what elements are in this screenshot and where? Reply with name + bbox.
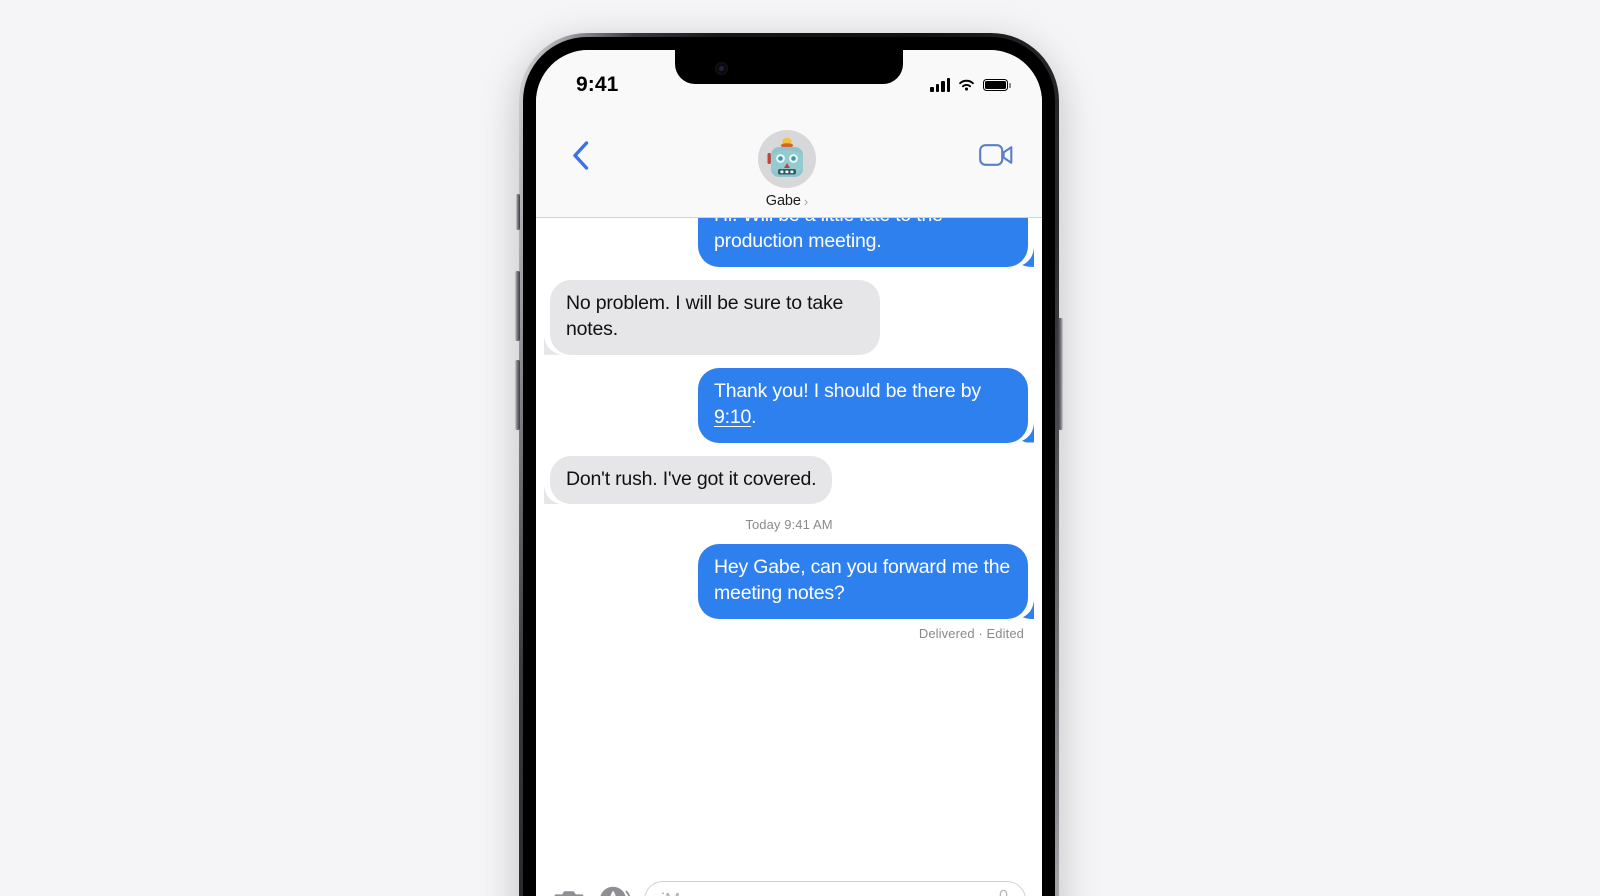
silent-switch[interactable] <box>516 194 520 230</box>
message-bubble-outgoing[interactable]: Hi. Will be a little late to the product… <box>698 218 1028 267</box>
status-bar-indicators <box>930 78 1011 92</box>
camera-icon <box>554 891 583 896</box>
front-camera-icon <box>715 62 728 75</box>
facetime-video-button[interactable] <box>972 133 1020 177</box>
message-text: Thank you! I should be there by <box>714 379 981 402</box>
device-screen: 9:41 Gabe › production meeting. No probl… <box>536 50 1042 896</box>
imessage-text-field[interactable]: iMessage <box>644 881 1026 896</box>
battery-icon <box>983 78 1011 92</box>
message-row: Hey Gabe, can you forward me the meeting… <box>550 544 1028 620</box>
volume-down-button[interactable] <box>515 360 520 430</box>
message-bubble-incoming[interactable]: No problem. I will be sure to take notes… <box>550 279 880 355</box>
message-bubble-outgoing[interactable]: Thank you! I should be there by 9:10. <box>698 367 1028 443</box>
conversation-timestamp: Today 9:41 AM <box>745 517 833 533</box>
message-row: Don't rush. I've got it covered. <box>550 455 1028 505</box>
imessage-apps-button[interactable] <box>598 884 631 896</box>
robot-memoji-icon <box>767 137 803 177</box>
delivery-receipt: Delivered · Edited <box>918 626 1024 642</box>
imessage-placeholder: iMessage <box>661 889 995 896</box>
contact-name: Gabe <box>765 193 801 209</box>
display-notch <box>675 50 903 84</box>
message-bubble-outgoing[interactable]: Hey Gabe, can you forward me the meeting… <box>698 544 1028 620</box>
robot-memoji-avatar <box>758 130 816 188</box>
volume-up-button[interactable] <box>515 271 520 341</box>
message-input-bar: iMessage <box>536 872 1042 896</box>
screenshot-canvas: 9:41 Gabe › production meeting. No probl… <box>0 0 1600 896</box>
time-link[interactable]: 9:10 <box>714 406 751 428</box>
cellular-signal-icon <box>930 78 950 92</box>
message-list[interactable]: Hi. Will be a little late to the product… <box>536 218 1042 872</box>
message-row: Hi. Will be a little late to the product… <box>550 218 1028 267</box>
app-store-icon <box>599 886 630 896</box>
message-text-tail: . <box>751 405 757 428</box>
iphone-device-frame: 9:41 Gabe › production meeting. No probl… <box>515 33 1063 896</box>
wifi-icon <box>959 79 974 91</box>
chevron-left-icon <box>572 140 588 170</box>
camera-button[interactable] <box>552 884 585 896</box>
video-camera-icon <box>979 144 1013 166</box>
side-power-button[interactable] <box>1058 318 1063 430</box>
contact-name-row: Gabe › <box>766 193 808 209</box>
contact-info-button[interactable]: Gabe › <box>602 130 972 209</box>
device-bezel: 9:41 Gabe › production meeting. No probl… <box>523 37 1055 896</box>
status-bar-clock: 9:41 <box>576 73 619 96</box>
message-bubble-incoming[interactable]: Don't rush. I've got it covered. <box>550 455 833 505</box>
message-row: Thank you! I should be there by 9:10. <box>550 367 1028 443</box>
microphone-icon[interactable] <box>995 889 1012 896</box>
message-row: No problem. I will be sure to take notes… <box>550 279 1028 355</box>
chevron-right-icon: › <box>803 193 809 209</box>
back-button[interactable] <box>558 133 602 177</box>
